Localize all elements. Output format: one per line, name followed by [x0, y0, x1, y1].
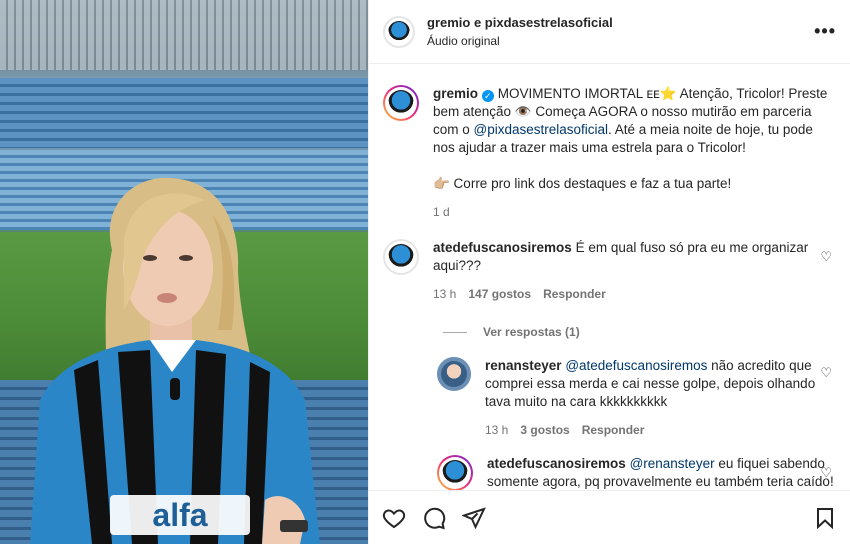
- reply-time[interactable]: 13 h: [485, 421, 508, 439]
- caption-body: gremio ✓ MOVIMENTO IMORTAL ᴇᴇ⭐ Atenção, T…: [433, 85, 836, 221]
- post-header: gremio e pixdasestrelasoficial Áudio ori…: [369, 0, 850, 64]
- commenter-avatar[interactable]: [383, 239, 419, 275]
- comment-icon[interactable]: [421, 505, 447, 531]
- reply-username[interactable]: renansteyer: [485, 358, 562, 373]
- reply-reply-button[interactable]: Responder: [582, 421, 645, 439]
- heart-icon[interactable]: ♡: [820, 249, 832, 265]
- video-player[interactable]: alfa: [0, 0, 368, 544]
- comment-reply-button[interactable]: Responder: [543, 285, 606, 303]
- post-caption: gremio ✓ MOVIMENTO IMORTAL ᴇᴇ⭐ Atenção, T…: [383, 85, 836, 221]
- caption-username[interactable]: gremio: [433, 86, 478, 101]
- reply-avatar[interactable]: [437, 455, 473, 490]
- svg-text:alfa: alfa: [152, 497, 207, 533]
- heart-icon[interactable]: [381, 505, 407, 531]
- caption-mention[interactable]: @pixdasestrelasoficial: [474, 122, 609, 137]
- comment-body: atedefuscanosiremos É em qual fuso só pr…: [433, 239, 836, 303]
- post-authors[interactable]: gremio e pixdasestrelasoficial: [427, 15, 814, 30]
- fan-avatar-icon: [442, 460, 468, 486]
- reply-likes[interactable]: 3 gostos: [520, 421, 569, 439]
- post-header-text: gremio e pixdasestrelasoficial Áudio ori…: [427, 15, 814, 48]
- presenter-figure: alfa: [30, 177, 320, 544]
- bookmark-icon[interactable]: [812, 505, 838, 531]
- post-sidebar: gremio e pixdasestrelasoficial Áudio ori…: [368, 0, 850, 544]
- comment-item: atedefuscanosiremos É em qual fuso só pr…: [383, 239, 836, 303]
- fan-avatar-icon: [388, 244, 414, 270]
- reply-body: atedefuscanosiremos @renansteyer eu fiqu…: [487, 455, 836, 490]
- reply-item: atedefuscanosiremos @renansteyer eu fiqu…: [437, 455, 836, 490]
- reply-avatar[interactable]: [437, 357, 471, 391]
- heart-icon[interactable]: ♡: [820, 365, 832, 381]
- reply-mention[interactable]: @renansteyer: [630, 456, 715, 471]
- replies-divider: [443, 331, 467, 333]
- gremio-crest-icon: [388, 20, 410, 43]
- view-replies-button[interactable]: Ver respostas (1): [443, 325, 836, 339]
- post-modal: alfa gremio e pixdasestrelasoficial Áudi…: [0, 0, 850, 544]
- reply-username[interactable]: atedefuscanosiremos: [487, 456, 626, 471]
- reply-mention[interactable]: @atedefuscanosiremos: [565, 358, 707, 373]
- verified-icon: ✓: [481, 90, 494, 102]
- caption-avatar[interactable]: [383, 85, 419, 121]
- view-replies-label: Ver respostas (1): [483, 325, 580, 339]
- gremio-crest-icon: [388, 90, 414, 116]
- author-avatar[interactable]: [383, 15, 415, 48]
- more-options-icon[interactable]: •••: [814, 21, 836, 42]
- comment-meta: 13 h 147 gostos Responder: [433, 285, 836, 303]
- comment-username[interactable]: atedefuscanosiremos: [433, 240, 572, 255]
- reply-body: renansteyer @atedefuscanosiremos não acr…: [485, 357, 836, 439]
- audio-label[interactable]: Áudio original: [427, 34, 814, 48]
- user-photo-icon: [441, 361, 467, 387]
- post-actions-bar: [369, 490, 850, 544]
- reply-meta: 13 h 3 gostos Responder: [485, 421, 836, 439]
- comments-feed[interactable]: gremio ✓ MOVIMENTO IMORTAL ᴇᴇ⭐ Atenção, T…: [369, 65, 850, 490]
- caption-time[interactable]: 1 d: [433, 203, 450, 221]
- caption-text-3: 👉🏼 Corre pro link dos destaques e faz a …: [433, 176, 732, 191]
- heart-icon[interactable]: ♡: [820, 465, 832, 481]
- comment-time[interactable]: 13 h: [433, 285, 456, 303]
- comment-likes[interactable]: 147 gostos: [468, 285, 531, 303]
- caption-meta: 1 d: [433, 203, 836, 221]
- reply-item: renansteyer @atedefuscanosiremos não acr…: [437, 357, 836, 439]
- share-icon[interactable]: [461, 505, 487, 531]
